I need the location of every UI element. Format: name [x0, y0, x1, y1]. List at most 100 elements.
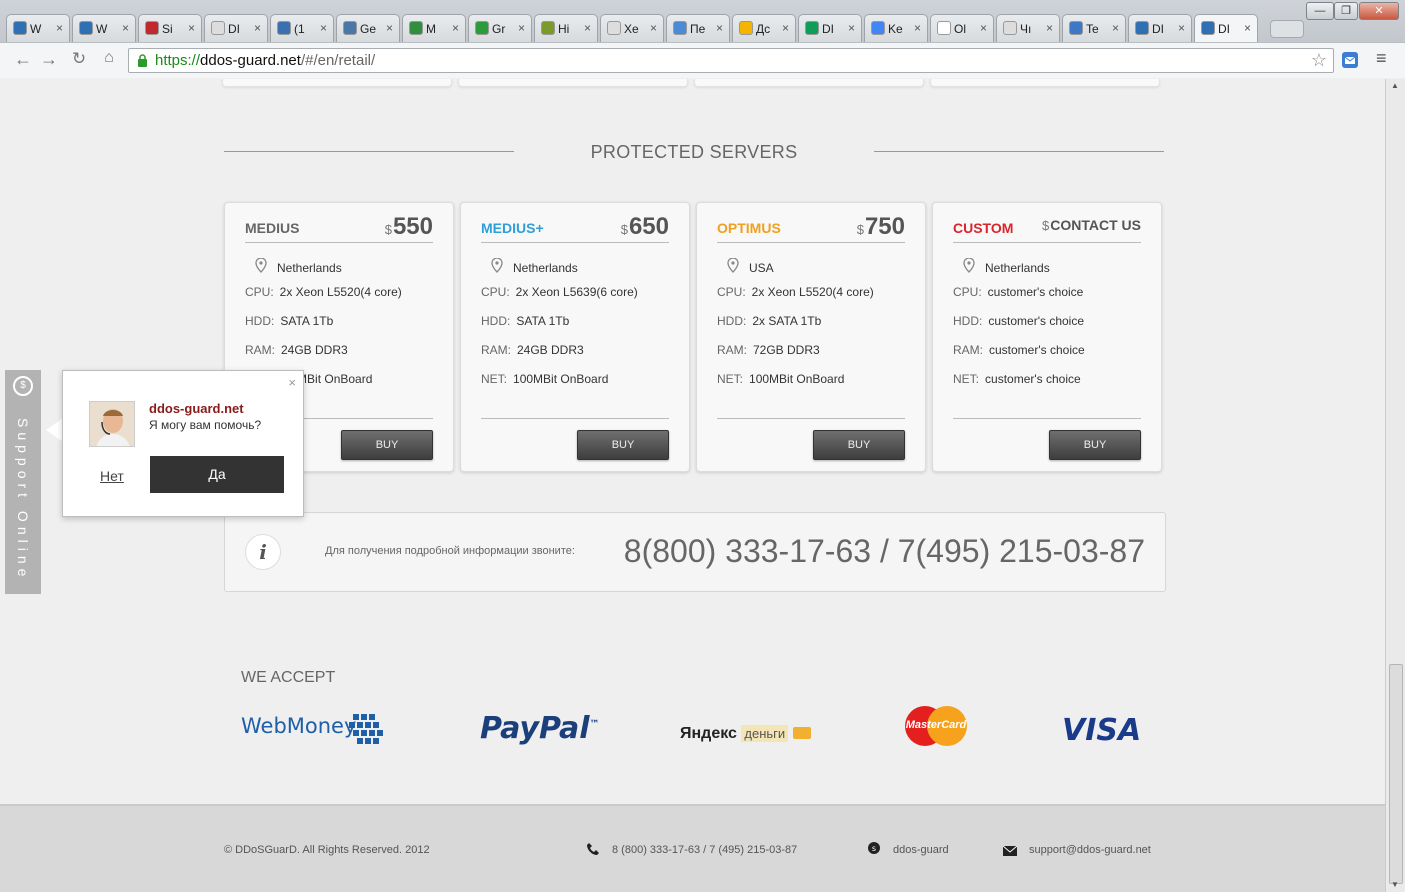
tab-label: Xe — [624, 22, 639, 36]
tab[interactable]: DI × — [204, 14, 268, 42]
tab[interactable]: Ge × — [336, 14, 400, 42]
support-online-tab[interactable]: $ Support Online — [5, 370, 41, 594]
buy-button[interactable]: BUY — [813, 430, 905, 460]
tab[interactable]: Hi × — [534, 14, 598, 42]
yandex-money-label: деньги — [741, 725, 789, 742]
minimize-button[interactable]: — — [1306, 2, 1334, 20]
tab[interactable]: W × — [6, 14, 70, 42]
previous-card — [694, 79, 924, 87]
tab-close-icon[interactable]: × — [452, 21, 459, 35]
tab[interactable]: Xe × — [600, 14, 664, 42]
tab-close-icon[interactable]: × — [914, 21, 921, 35]
spec-cpu: CPU: 2x Xeon L5520(4 core) — [245, 285, 402, 299]
previous-card — [458, 79, 688, 87]
tab[interactable]: (1 × — [270, 14, 334, 42]
buy-button[interactable]: BUY — [341, 430, 433, 460]
tab-close-icon[interactable]: × — [1244, 21, 1251, 35]
back-icon[interactable]: ← — [12, 49, 34, 70]
spec-label: HDD: — [481, 314, 511, 328]
buy-button[interactable]: BUY — [1049, 430, 1141, 460]
tab-close-icon[interactable]: × — [1178, 21, 1185, 35]
scrollbar-thumb[interactable] — [1389, 664, 1403, 884]
spec-ram: RAM: 24GB DDR3 — [481, 343, 584, 357]
server-card: CUSTOM $CONTACT US Netherlands CPU: customer… — [932, 202, 1162, 472]
tab-favicon-icon — [475, 21, 489, 35]
address-bar[interactable]: https://ddos-guard.net/#/en/retail/ ☆ — [128, 48, 1334, 73]
popup-no-link[interactable]: Нет — [100, 468, 124, 484]
tab-close-icon[interactable]: × — [386, 21, 393, 35]
currency-symbol: $ — [1042, 218, 1050, 233]
url-text: https://ddos-guard.net/#/en/retail/ — [155, 52, 376, 69]
tab-close-icon[interactable]: × — [254, 21, 261, 35]
extension-icon[interactable] — [1341, 51, 1359, 69]
card-divider — [953, 242, 1141, 243]
tab-close-icon[interactable]: × — [980, 21, 987, 35]
tab[interactable]: M × — [402, 14, 466, 42]
close-window-button[interactable]: ✕ — [1359, 2, 1399, 20]
footer-email[interactable]: support@ddos-guard.net — [1029, 844, 1151, 856]
reload-icon[interactable]: ↻ — [68, 49, 90, 69]
plan-price: $650 — [621, 213, 669, 241]
tab-close-icon[interactable]: × — [782, 21, 789, 35]
spec-value: customer's choice — [989, 343, 1085, 357]
maximize-button[interactable]: ❐ — [1334, 2, 1358, 20]
tab-label: DI — [822, 22, 834, 36]
plan-name: MEDIUS+ — [481, 220, 544, 236]
tab-close-icon[interactable]: × — [848, 21, 855, 35]
home-icon[interactable]: ⌂ — [98, 49, 120, 67]
spec-hdd: HDD: SATA 1Tb — [245, 314, 333, 328]
tab-close-icon[interactable]: × — [716, 21, 723, 35]
tab[interactable]: Чı × — [996, 14, 1060, 42]
popup-close-icon[interactable]: × — [288, 375, 296, 390]
plan-price: $550 — [385, 213, 433, 241]
tab[interactable]: DI × — [1194, 14, 1258, 42]
location-pin-icon — [491, 258, 503, 273]
tab-favicon-icon — [409, 21, 423, 35]
tab[interactable]: Ol × — [930, 14, 994, 42]
tab-favicon-icon — [805, 21, 819, 35]
tab-close-icon[interactable]: × — [1112, 21, 1119, 35]
tab-favicon-icon — [343, 21, 357, 35]
tab[interactable]: DI × — [798, 14, 862, 42]
scroll-down-icon[interactable]: ▼ — [1391, 880, 1399, 889]
popup-yes-button[interactable]: Да — [150, 456, 284, 493]
location-pin-icon — [727, 258, 739, 273]
spec-label: RAM: — [245, 343, 275, 357]
tab-close-icon[interactable]: × — [650, 21, 657, 35]
tab-close-icon[interactable]: × — [518, 21, 525, 35]
menu-icon[interactable]: ≡ — [1376, 48, 1387, 69]
spec-label: CPU: — [245, 285, 274, 299]
bookmark-star-icon[interactable]: ☆ — [1311, 50, 1327, 71]
tab[interactable]: DI × — [1128, 14, 1192, 42]
tab-close-icon[interactable]: × — [1046, 21, 1053, 35]
spec-label: RAM: — [717, 343, 747, 357]
info-phone: 8(800) 333-17-63 / 7(495) 215-03-87 — [623, 533, 1145, 569]
tab-label: Gr — [492, 22, 506, 36]
buy-button[interactable]: BUY — [577, 430, 669, 460]
tab[interactable]: Gr × — [468, 14, 532, 42]
tab[interactable]: W × — [72, 14, 136, 42]
tab-close-icon[interactable]: × — [188, 21, 195, 35]
tab-close-icon[interactable]: × — [122, 21, 129, 35]
tab-close-icon[interactable]: × — [56, 21, 63, 35]
popup-arrow — [46, 418, 63, 442]
tab[interactable]: Ke × — [864, 14, 928, 42]
tab[interactable]: Si × — [138, 14, 202, 42]
tab-close-icon[interactable]: × — [320, 21, 327, 35]
tab-label: Ol — [954, 22, 966, 36]
tab-favicon-icon — [739, 21, 753, 35]
tab[interactable]: Дс × — [732, 14, 796, 42]
tab-strip: W × W × Si × DI × (1 × Ge × M × Gr × Hi × Xe × Пе × Дс × DI × Ke × O… — [6, 14, 1296, 42]
spec-value: SATA 1Tb — [516, 314, 570, 328]
scroll-up-icon[interactable]: ▲ — [1391, 81, 1399, 90]
forward-icon[interactable]: → — [38, 49, 60, 70]
new-tab-button[interactable] — [1270, 20, 1304, 38]
browser-toolbar: ← → ↻ ⌂ https://ddos-guard.net/#/en/reta… — [0, 42, 1405, 78]
spec-value: 100MBit OnBoard — [749, 372, 845, 386]
tab-close-icon[interactable]: × — [584, 21, 591, 35]
yandex-label: Яндекс — [680, 725, 737, 742]
vertical-scrollbar[interactable]: ▲ ▼ — [1385, 79, 1405, 892]
tab[interactable]: Te × — [1062, 14, 1126, 42]
tab[interactable]: Пе × — [666, 14, 730, 42]
mastercard-label: MasterCard — [905, 719, 967, 731]
